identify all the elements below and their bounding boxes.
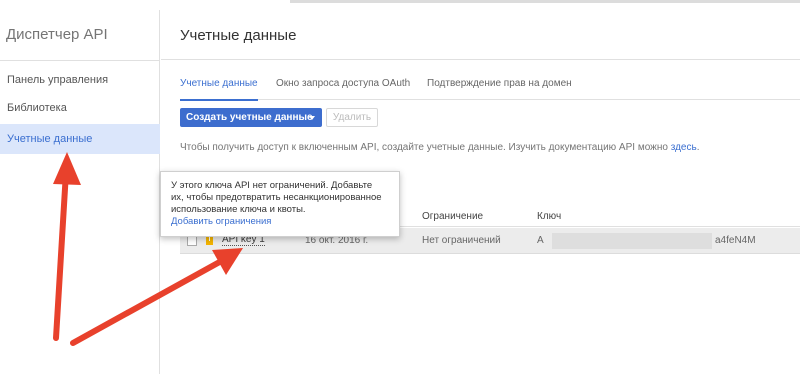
delete-button[interactable]: Удалить (326, 108, 378, 127)
tab-credentials[interactable]: Учетные данные (180, 78, 258, 101)
tooltip-text-line2: их, чтобы предотвратить несанкционирован… (171, 192, 382, 203)
add-restrictions-link[interactable]: Добавить ограничения (171, 216, 389, 228)
sidebar-item-credentials[interactable]: Учетные данные (0, 124, 160, 154)
row-checkbox[interactable] (187, 236, 197, 246)
key-redaction (552, 233, 712, 249)
info-text: Чтобы получить доступ к включенным API, … (180, 142, 699, 153)
caret-down-icon (309, 116, 315, 120)
key-value-end: a4feN4M (715, 235, 756, 246)
create-credentials-button[interactable]: Создать учетные данные (180, 108, 322, 127)
top-divider (290, 0, 800, 3)
sidebar-divider (0, 60, 160, 61)
tooltip-text-line1: У этого ключа API нет ограничений. Добав… (171, 180, 373, 191)
column-header-restriction: Ограничение (422, 211, 484, 222)
tab-active-indicator (180, 99, 258, 101)
sidebar-title: Диспетчер API (6, 26, 108, 43)
restriction-value: Нет ограничений (422, 235, 501, 246)
tab-label: Подтверждение прав на домен (427, 78, 572, 89)
create-credentials-label: Создать учетные данные (186, 112, 313, 123)
tab-bar: Учетные данные Окно запроса доступа OAut… (180, 78, 800, 101)
restriction-tooltip: У этого ключа API нет ограничений. Добав… (160, 171, 400, 237)
tab-label: Учетные данные (180, 78, 258, 89)
key-value-start: A (537, 235, 544, 246)
top-strip (0, 0, 800, 10)
tooltip-text-line3: использование ключа и квоты. (171, 204, 306, 215)
tab-label: Окно запроса доступа OAuth (276, 78, 411, 89)
tab-domain-verification[interactable]: Подтверждение прав на домен (427, 78, 572, 100)
docs-link[interactable]: здесь (671, 142, 697, 153)
sidebar-item-library[interactable]: Библиотека (0, 94, 160, 122)
sidebar: Диспетчер API Панель управления Библиоте… (0, 10, 160, 374)
sidebar-item-dashboard[interactable]: Панель управления (0, 66, 160, 94)
info-period: . (696, 142, 700, 153)
tab-oauth-consent[interactable]: Окно запроса доступа OAuth (276, 78, 410, 100)
column-header-key: Ключ (537, 211, 562, 222)
page-title: Учетные данные (180, 27, 297, 44)
warning-icon (206, 236, 213, 245)
page-header: Учетные данные (161, 10, 800, 60)
info-message: Чтобы получить доступ к включенным API, … (180, 142, 668, 153)
